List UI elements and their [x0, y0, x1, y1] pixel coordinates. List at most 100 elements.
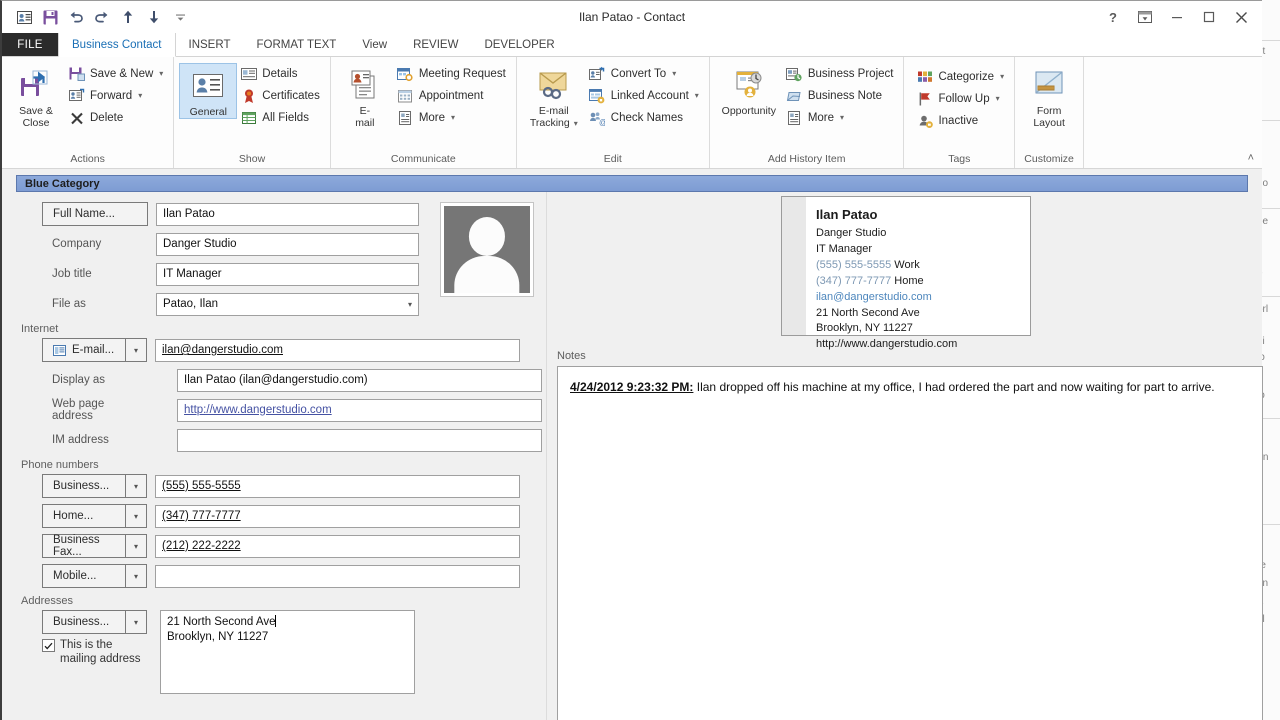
phone-type-business-dropdown[interactable]: ▾: [126, 474, 147, 498]
web-page-input[interactable]: http://www.dangerstudio.com: [177, 398, 542, 422]
chevron-down-icon[interactable]: ▾: [996, 94, 1000, 103]
address-type-dropdown[interactable]: ▾: [126, 610, 147, 634]
help-button[interactable]: ?: [1098, 4, 1128, 30]
save-and-new-button[interactable]: Save & New ▾: [65, 63, 168, 84]
chevron-down-icon[interactable]: ▾: [138, 91, 142, 100]
job-title-input[interactable]: IT Manager: [156, 262, 419, 286]
file-as-combobox[interactable]: Patao, Ilan ▾: [156, 292, 419, 316]
business-card-preview[interactable]: Ilan Patao Danger Studio IT Manager (555…: [781, 196, 1031, 350]
address-type-button[interactable]: Business...: [42, 610, 126, 634]
mailing-address-checkbox-row[interactable]: This is the mailing address: [42, 638, 152, 667]
im-address-input[interactable]: [177, 428, 542, 452]
convert-to-label: Convert To: [610, 67, 667, 80]
tab-file[interactable]: FILE: [2, 33, 58, 56]
phone-type-business-fax-dropdown[interactable]: ▾: [126, 534, 147, 558]
chevron-down-icon[interactable]: ▾: [840, 113, 844, 122]
details-button[interactable]: Details: [237, 63, 325, 84]
contact-photo[interactable]: [440, 202, 534, 297]
close-button[interactable]: [1226, 4, 1256, 30]
tab-review[interactable]: REVIEW: [400, 33, 471, 56]
customize-quick-access-toolbar-icon[interactable]: [168, 6, 192, 28]
all-fields-button[interactable]: All Fields: [237, 107, 325, 128]
linked-account-icon: [589, 87, 606, 104]
delete-button[interactable]: Delete: [65, 107, 168, 128]
notes-textarea[interactable]: 4/24/2012 9:23:32 PM: Ilan dropped off h…: [557, 366, 1263, 720]
company-input[interactable]: Danger Studio: [156, 232, 419, 256]
phone-business-fax-input[interactable]: (212) 222-2222: [155, 534, 520, 558]
save-and-close-label-1: Save &: [19, 105, 53, 117]
ribbon-group-label-customize: Customize: [1024, 153, 1074, 165]
categorize-button[interactable]: Categorize ▾: [913, 66, 1009, 87]
tab-developer[interactable]: DEVELOPER: [471, 33, 567, 56]
mailing-address-checkbox[interactable]: [42, 639, 55, 652]
undo-icon[interactable]: [64, 6, 88, 28]
phone-home-input[interactable]: (347) 777-7777: [155, 504, 520, 528]
follow-up-button[interactable]: Follow Up ▾: [913, 88, 1009, 109]
tab-business-contact[interactable]: Business Contact: [58, 33, 176, 57]
save-and-close-label-2: Close: [22, 117, 50, 130]
email-type-button[interactable]: E-mail...: [42, 338, 126, 362]
chevron-down-icon[interactable]: ▾: [159, 69, 163, 78]
email-tracking-button[interactable]: E-mail Tracking ▾: [522, 63, 586, 129]
tab-insert[interactable]: INSERT: [176, 33, 244, 56]
phone-type-home-dropdown[interactable]: ▾: [126, 504, 147, 528]
form-layout-button[interactable]: Form Layout: [1020, 63, 1078, 129]
email-button[interactable]: E- mail: [336, 63, 394, 129]
chevron-down-icon[interactable]: ▾: [574, 119, 578, 128]
phone-type-home-button[interactable]: Home...: [42, 504, 126, 528]
job-title-label: Job title: [52, 268, 92, 280]
email-type-dropdown[interactable]: ▾: [126, 338, 147, 362]
tab-format-text[interactable]: FORMAT TEXT: [243, 33, 349, 56]
forward-button[interactable]: Forward ▾: [65, 85, 168, 106]
business-project-button[interactable]: Business Project: [783, 63, 899, 84]
appointment-button[interactable]: Appointment: [394, 85, 511, 106]
chevron-down-icon[interactable]: ▾: [451, 113, 455, 122]
company-label: Company: [52, 238, 102, 250]
collapse-ribbon-button[interactable]: ˄: [1248, 152, 1254, 164]
maximize-button[interactable]: [1194, 4, 1224, 30]
general-button[interactable]: General: [179, 63, 238, 120]
contact-form-body: Full Name... Ilan Patao Company Danger S…: [2, 192, 1263, 720]
email-input[interactable]: ilan@dangerstudio.com: [155, 338, 520, 362]
business-card-accent-strip: [782, 197, 806, 335]
business-note-button[interactable]: Business Note: [783, 85, 899, 106]
full-name-button[interactable]: Full Name...: [42, 202, 148, 226]
phone-type-business-fax-button[interactable]: Business Fax...: [42, 534, 126, 558]
more-history-button[interactable]: More ▾: [783, 107, 899, 128]
minimize-button[interactable]: [1162, 4, 1192, 30]
phone-mobile-input[interactable]: [155, 564, 520, 588]
check-names-button[interactable]: @ Check Names: [586, 107, 704, 128]
contact-card-icon[interactable]: [12, 6, 36, 28]
full-name-input[interactable]: Ilan Patao: [156, 202, 419, 226]
certificates-button[interactable]: Certificates: [237, 85, 325, 106]
more-communicate-button[interactable]: More ▾: [394, 107, 511, 128]
chevron-down-icon[interactable]: ▾: [672, 69, 676, 78]
phone-type-business-button[interactable]: Business...: [42, 474, 126, 498]
convert-to-button[interactable]: Convert To ▾: [586, 63, 704, 84]
business-card-name: Ilan Patao: [816, 207, 878, 222]
categorize-label: Categorize: [938, 70, 995, 83]
redo-icon[interactable]: [90, 6, 114, 28]
tab-view[interactable]: View: [349, 33, 400, 56]
display-as-input[interactable]: Ilan Patao (ilan@dangerstudio.com): [177, 368, 542, 392]
phone-business-input[interactable]: (555) 555-5555: [155, 474, 520, 498]
phone-type-mobile-dropdown[interactable]: ▾: [126, 564, 147, 588]
address-textarea[interactable]: 21 North Second Ave Brooklyn, NY 11227: [160, 610, 415, 694]
chevron-down-icon[interactable]: ▾: [408, 300, 412, 309]
next-item-icon[interactable]: [142, 6, 166, 28]
meeting-request-button[interactable]: Meeting Request: [394, 63, 511, 84]
inactive-button[interactable]: Inactive: [913, 110, 1009, 131]
phone-type-mobile-button[interactable]: Mobile...: [42, 564, 126, 588]
previous-item-icon[interactable]: [116, 6, 140, 28]
internet-section-label: Internet: [21, 323, 59, 335]
phone-row: Home... ▾ (347) 777-7777: [16, 504, 546, 528]
ribbon-display-options-button[interactable]: [1130, 4, 1160, 30]
save-icon[interactable]: [38, 6, 62, 28]
chevron-down-icon[interactable]: ▾: [695, 91, 699, 100]
category-banner[interactable]: Blue Category: [16, 175, 1248, 192]
linked-account-button[interactable]: Linked Account ▾: [586, 85, 704, 106]
web-page-value[interactable]: http://www.dangerstudio.com: [184, 404, 332, 416]
chevron-down-icon[interactable]: ▾: [1000, 72, 1004, 81]
save-and-close-button[interactable]: Save & Close: [7, 63, 65, 129]
opportunity-button[interactable]: Opportunity: [715, 63, 783, 117]
